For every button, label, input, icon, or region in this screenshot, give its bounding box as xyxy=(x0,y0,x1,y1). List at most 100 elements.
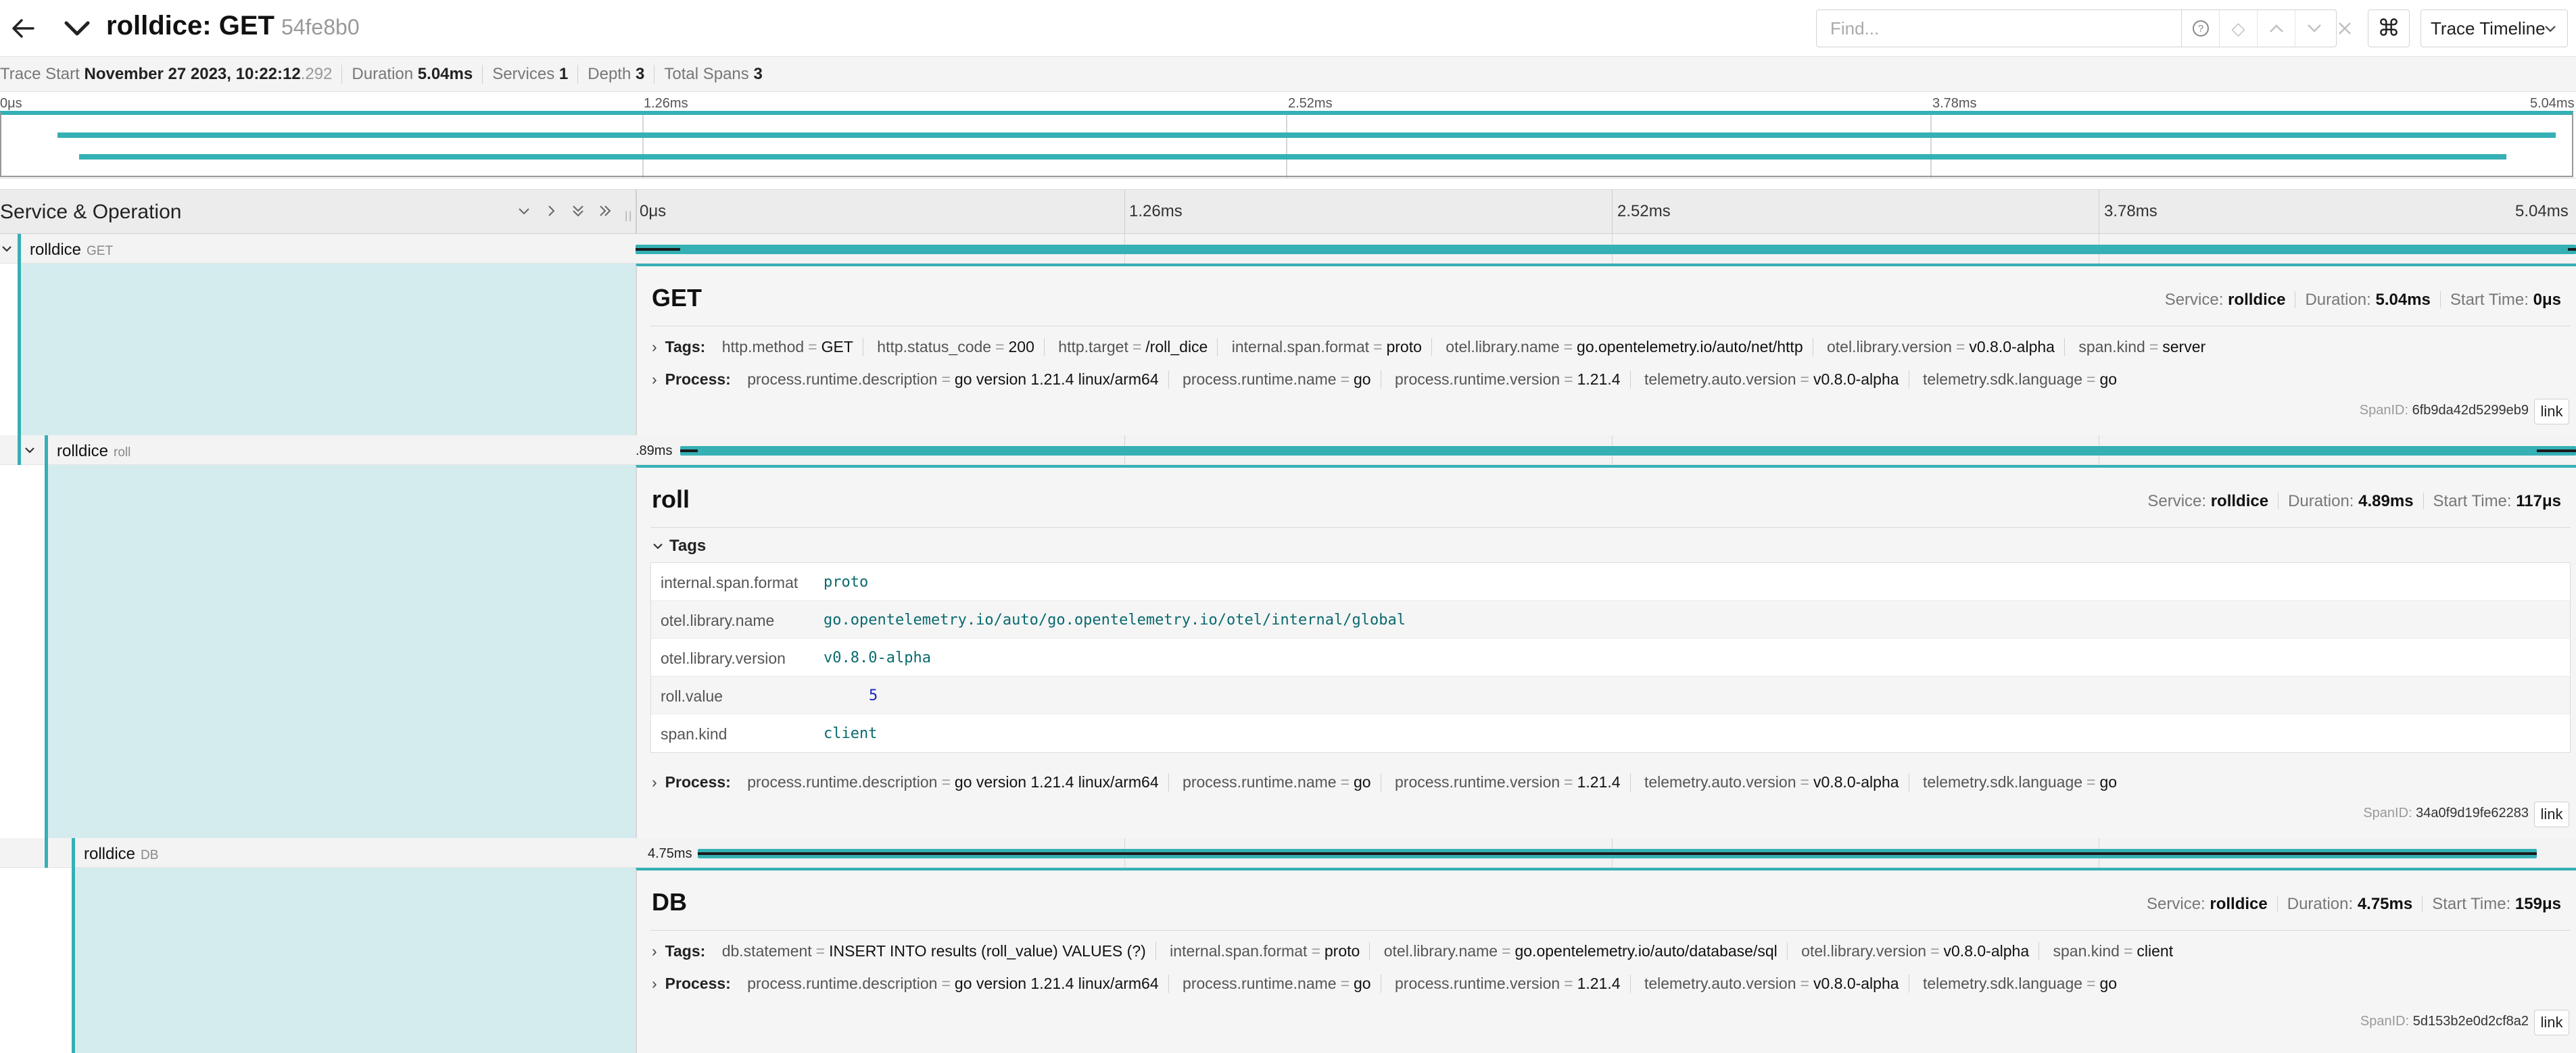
chevron-down-icon[interactable] xyxy=(20,441,39,460)
expand-all-icon[interactable] xyxy=(596,202,614,223)
minimap-tick: 3.78ms xyxy=(1932,96,1977,111)
tag-item: otel.library.name = go.opentelemetry.io/au… xyxy=(1384,942,1788,960)
tags-section-toggle[interactable]: Tags xyxy=(652,537,706,556)
process-item: process.runtime.description = go version 1… xyxy=(747,773,1169,791)
tag-item: http.status_code = 200 xyxy=(877,338,1045,356)
command-icon: ⌘ xyxy=(2377,16,2400,41)
process-summary[interactable]: › Process: process.runtime.description = go… xyxy=(652,370,2136,389)
arrow-left-icon xyxy=(12,19,34,38)
span-duration-bar[interactable] xyxy=(636,245,2576,254)
process-item: process.runtime.name = go xyxy=(1183,773,1381,791)
span-row[interactable]: rolldice GET xyxy=(0,234,2576,264)
find-input[interactable] xyxy=(1817,10,2182,47)
process-item: process.runtime.description = go version 1… xyxy=(747,370,1169,389)
chevron-right-icon: › xyxy=(652,975,657,992)
process-item: process.runtime.version = 1.21.4 xyxy=(1395,370,1631,389)
tag-row[interactable]: otel.library.version v0.8.0-alpha xyxy=(651,639,2570,677)
timeline-tick: 0μs xyxy=(640,202,667,220)
span-detail-indent xyxy=(0,868,636,1053)
span-link-button[interactable]: link xyxy=(2534,802,2569,827)
tag-item: http.target =/roll_dice xyxy=(1058,338,1218,356)
span-service-name: rolldice GET xyxy=(30,241,114,259)
process-item: telemetry.auto.version = v0.8.0-alpha xyxy=(1644,975,1909,993)
span-name-cell[interactable]: rolldice GET xyxy=(0,234,636,264)
span-detail-fill xyxy=(72,868,636,1053)
process-item: telemetry.sdk.language = go xyxy=(1922,773,2118,791)
span-self-time xyxy=(680,449,698,452)
back-button[interactable] xyxy=(8,14,38,43)
span-name-cell[interactable]: rolldice roll xyxy=(0,435,636,465)
span-duration-bar[interactable] xyxy=(698,849,2537,858)
service-operation-title: Service & Operation xyxy=(0,201,182,223)
span-detail-panel: GET Service: rolldice Duration: 5.04ms Sta… xyxy=(0,264,2576,435)
help-icon[interactable]: ? xyxy=(2182,10,2220,47)
span-detail-fill xyxy=(45,465,636,838)
tag-row[interactable]: internal.span.format proto xyxy=(651,563,2570,601)
timeline-tick: 1.26ms xyxy=(1129,202,1183,220)
divider xyxy=(650,930,2571,931)
tag-row[interactable]: roll.value 5 xyxy=(651,677,2570,714)
column-divider xyxy=(636,190,637,235)
chevron-right-icon: › xyxy=(652,338,657,356)
span-link-button[interactable]: link xyxy=(2534,1010,2569,1035)
span-bar-cell[interactable] xyxy=(636,234,2576,264)
span-title: DB xyxy=(652,888,687,916)
minimap-tick: 1.26ms xyxy=(644,96,688,111)
column-resize-handle[interactable]: || xyxy=(625,210,633,222)
span-name-cell[interactable]: rolldice DB xyxy=(0,838,636,868)
span-self-time xyxy=(698,852,2537,855)
view-mode-select[interactable]: Trace Timeline xyxy=(2420,9,2568,47)
span-detail-panel: DB Service: rolldice Duration: 4.75ms Star… xyxy=(0,868,2576,1053)
minimap-tick: 0μs xyxy=(0,96,22,111)
span-title: GET xyxy=(652,284,702,312)
trace-title: rolldice: GET 54fe8b0 xyxy=(106,11,360,41)
minimap-view-window[interactable] xyxy=(0,111,2573,177)
trace-minimap[interactable]: 0μs 1.26ms 2.52ms 3.78ms 5.04ms xyxy=(0,92,2576,178)
expand-one-icon[interactable] xyxy=(542,202,560,223)
tag-item: otel.library.version = v0.8.0-alpha xyxy=(1801,942,2040,960)
tag-row[interactable]: span.kind client xyxy=(651,714,2570,752)
trace-depth: Depth 3 xyxy=(578,64,655,84)
span-row[interactable]: rolldice DB 4.75ms xyxy=(0,838,2576,868)
chevron-up-icon[interactable] xyxy=(2258,10,2295,47)
timeline-tick: 3.78ms xyxy=(2104,202,2157,220)
tag-item: db.statement = INSERT INTO results (roll_v… xyxy=(722,942,1156,960)
tags-summary[interactable]: › Tags: db.statement = INSERT INTO results … xyxy=(652,942,2192,960)
tag-item: otel.library.name = go.opentelemetry.io/au… xyxy=(1446,338,1813,356)
tag-row[interactable]: otel.library.name go.opentelemetry.io/aut… xyxy=(651,601,2570,639)
span-title: roll xyxy=(652,485,690,513)
process-summary[interactable]: › Process: process.runtime.description = go… xyxy=(652,773,2136,791)
collapse-all-icon[interactable] xyxy=(569,202,587,223)
process-item: process.runtime.description = go version 1… xyxy=(747,975,1169,993)
find-box: ? ◇ xyxy=(1816,9,2337,47)
trace-header: rolldice: GET54fe8b0 ? ◇ ⌘ Trace Timelin… xyxy=(0,0,2576,57)
tags-summary[interactable]: › Tags: http.method = GET http.status_code =… xyxy=(652,338,2224,356)
chevron-down-icon[interactable] xyxy=(61,12,93,45)
process-item: process.runtime.version = 1.21.4 xyxy=(1395,773,1631,791)
keyboard-shortcuts-button[interactable]: ⌘ xyxy=(2368,9,2410,47)
tag-item: span.kind = server xyxy=(2078,338,2206,356)
span-link-button[interactable]: link xyxy=(2534,399,2569,424)
span-detail-fill xyxy=(18,264,636,435)
process-summary[interactable]: › Process: process.runtime.description = go… xyxy=(652,975,2136,993)
collapse-one-icon[interactable] xyxy=(515,202,533,223)
tag-item: http.method = GET xyxy=(722,338,863,356)
chevron-down-icon[interactable] xyxy=(0,239,16,258)
span-duration-label: .89ms xyxy=(636,443,673,458)
trace-id: 54fe8b0 xyxy=(281,15,360,39)
clear-find-icon[interactable] xyxy=(2326,9,2364,47)
process-item: process.runtime.name = go xyxy=(1183,370,1381,389)
span-operation-name: roll xyxy=(114,445,131,460)
span-bar-cell[interactable]: 4.75ms xyxy=(636,838,2576,868)
service-color-bar xyxy=(18,234,21,264)
locate-icon[interactable]: ◇ xyxy=(2220,10,2258,47)
span-duration-bar[interactable] xyxy=(680,446,2576,456)
span-bar-cell[interactable]: .89ms xyxy=(636,435,2576,465)
span-detail-content: DB Service: rolldice Duration: 4.75ms Star… xyxy=(636,868,2576,1053)
span-overview: Service: rolldice Duration: 4.75ms Start T… xyxy=(2147,895,2561,913)
service-color-bar xyxy=(45,435,48,465)
trace-services: Services 1 xyxy=(483,64,579,84)
span-id: SpanID: 34a0f9d19fe62283 xyxy=(2363,806,2529,821)
span-row[interactable]: rolldice roll .89ms xyxy=(0,435,2576,465)
service-color-bar xyxy=(45,465,48,838)
